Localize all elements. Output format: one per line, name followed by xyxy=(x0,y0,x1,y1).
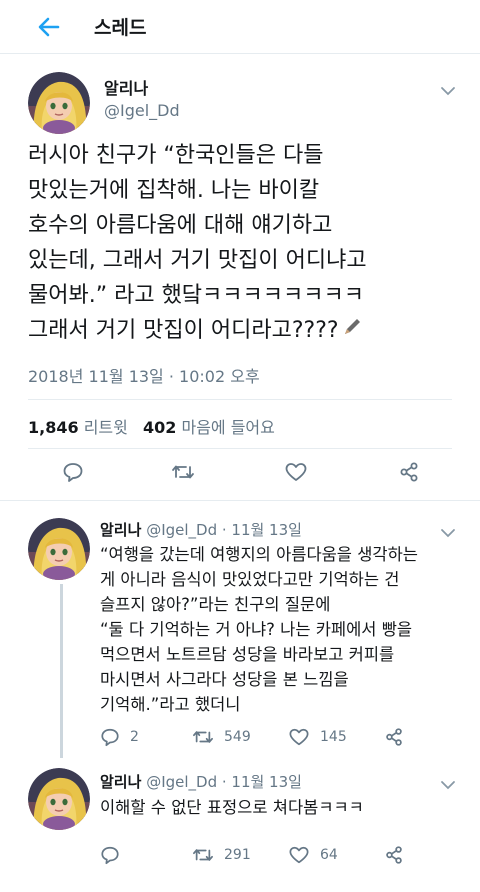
divider xyxy=(28,399,452,400)
chevron-down-icon xyxy=(441,529,455,538)
retweet-icon xyxy=(193,849,213,861)
more-options-button[interactable] xyxy=(440,524,456,538)
tweet-timestamp: 2018년 11월 13일 · 10:02 오후 xyxy=(28,367,260,386)
top-bar: 스레드 xyxy=(0,0,480,54)
like-button[interactable] xyxy=(284,461,308,483)
avatar[interactable] xyxy=(28,72,90,134)
reply-meta[interactable]: @Igel_Dd · 11월 13일 xyxy=(146,773,302,791)
reply-header: 알리나 @Igel_Dd · 11월 13일 xyxy=(100,771,302,792)
tweet-text: 러시아 친구가 “한국인들은 다들 맛있는거에 집착해. 나는 바이칼 호수의 … xyxy=(28,138,468,349)
like-count: 145 xyxy=(320,729,347,745)
reply-text-line: “여행을 갔는데 여행지의 아름다움을 생각하는 xyxy=(100,545,418,564)
reply-button[interactable] xyxy=(62,461,84,483)
heart-icon xyxy=(289,846,309,864)
reply-count: 2 xyxy=(130,729,139,745)
retweet-icon xyxy=(172,465,194,479)
reply-header: 알리나 @Igel_Dd · 11월 13일 xyxy=(100,519,302,540)
share-icon xyxy=(386,728,402,746)
retweet-icon xyxy=(193,731,213,743)
speech-bubble-icon xyxy=(101,846,119,865)
share-icon xyxy=(400,462,418,482)
retweet-count[interactable]: 1,846 xyxy=(28,418,79,437)
like-label[interactable]: 마음에 들어요 xyxy=(181,418,274,437)
retweet-button[interactable]: 291 xyxy=(192,845,251,865)
arrow-left-icon xyxy=(38,17,60,37)
reply-text-line: 기억해.”라고 했더니 xyxy=(100,695,241,714)
tweet-text-line: 그래서 거기 맛집이 어디라고???? xyxy=(28,318,339,343)
retweet-label[interactable]: 리트윗 xyxy=(84,418,128,437)
reply-meta[interactable]: @Igel_Dd · 11월 13일 xyxy=(146,521,302,539)
reply-text: “여행을 갔는데 여행지의 아름다움을 생각하는 게 아니라 음식이 맛있었다고… xyxy=(100,542,470,717)
like-count[interactable]: 402 xyxy=(143,418,176,437)
retweet-button[interactable]: 549 xyxy=(192,727,251,747)
reply-button[interactable]: 2 xyxy=(100,727,139,747)
speech-bubble-icon xyxy=(101,728,119,747)
reply-text-line: 게 아니라 음식이 맛있었다고만 기억하는 건 xyxy=(100,570,400,589)
back-button[interactable] xyxy=(34,12,64,42)
divider xyxy=(28,448,452,449)
tweet-text-line: 있는데, 그래서 거기 맛집이 어디냐고 xyxy=(28,248,367,273)
more-options-button[interactable] xyxy=(440,776,456,790)
author-name[interactable]: 알리나 xyxy=(104,75,148,99)
share-icon xyxy=(386,846,402,864)
reply-text-line: 이해할 수 없단 표정으로 쳐다봄ㅋㅋㅋ xyxy=(100,798,364,817)
reply-text: 이해할 수 없단 표정으로 쳐다봄ㅋㅋㅋ xyxy=(100,795,470,820)
retweet-count: 291 xyxy=(224,847,251,863)
author-handle[interactable]: @Igel_Dd xyxy=(104,101,180,120)
reply-text-line: 슬프지 않아?”라는 친구의 질문에 xyxy=(100,595,331,614)
share-button[interactable] xyxy=(384,845,404,865)
share-button[interactable] xyxy=(398,461,420,483)
reply-author-name[interactable]: 알리나 xyxy=(100,521,141,539)
like-count: 64 xyxy=(320,847,338,863)
like-button[interactable]: 64 xyxy=(288,845,338,865)
reply-author-name[interactable]: 알리나 xyxy=(100,773,141,791)
chevron-down-icon xyxy=(441,781,455,790)
tweet-text-line: 물어봐.” 라고 했닼ㅋㅋㅋㅋㅋㅋㅋㅋ xyxy=(28,283,364,308)
reply-button[interactable] xyxy=(100,845,130,865)
page-title: 스레드 xyxy=(94,17,147,39)
heart-icon xyxy=(289,728,309,746)
reply-text-line: 먹으면서 노트르담 성당을 바라보고 커피를 xyxy=(100,645,395,664)
like-button[interactable]: 145 xyxy=(288,727,347,747)
reply-text-line: 마시면서 사그라다 성당을 본 느낌을 xyxy=(100,670,349,689)
share-button[interactable] xyxy=(384,727,404,747)
tweet-text-line: 맛있는거에 집착해. 나는 바이칼 xyxy=(28,178,320,203)
thread-connector xyxy=(60,584,63,758)
more-options-button[interactable] xyxy=(440,82,456,96)
divider xyxy=(0,500,480,501)
chevron-down-icon xyxy=(441,87,455,96)
speech-bubble-icon xyxy=(63,463,83,482)
reply-text-line: “둘 다 기억하는 거 아냐? 나는 카페에서 빵을 xyxy=(100,620,413,639)
tweet-stats: 1,846 리트윗 402 마음에 들어요 xyxy=(28,414,285,438)
tweet-text-line: 러시아 친구가 “한국인들은 다들 xyxy=(28,143,324,168)
reply-avatar[interactable] xyxy=(28,768,90,830)
pencil-icon xyxy=(341,314,363,349)
tweet-text-line-last: 그래서 거기 맛집이 어디라고???? xyxy=(28,313,468,349)
retweet-button[interactable] xyxy=(171,461,195,483)
reply-avatar[interactable] xyxy=(28,518,90,580)
tweet-text-line: 호수의 아름다움에 대해 얘기하고 xyxy=(28,213,333,238)
heart-icon xyxy=(285,463,307,481)
retweet-count: 549 xyxy=(224,729,251,745)
